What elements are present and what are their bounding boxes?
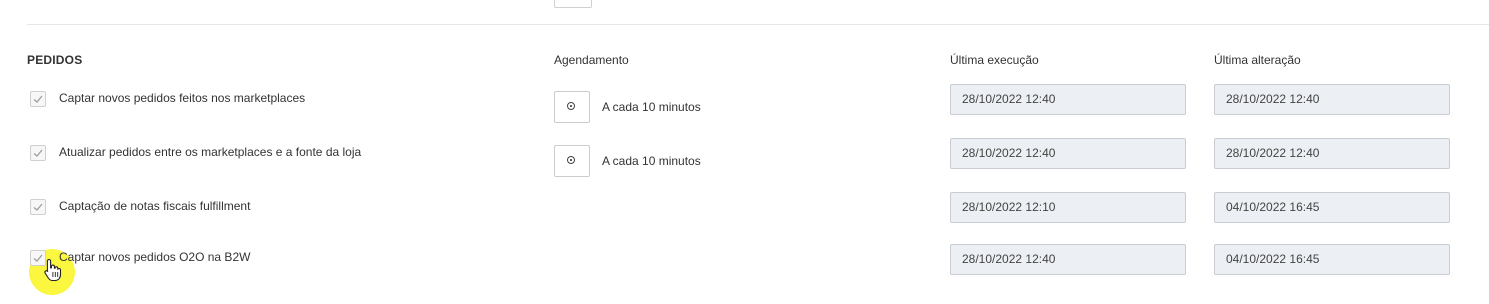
last-execution-field: 28/10/2022 12:40 (950, 84, 1186, 115)
last-change-field: 04/10/2022 16:45 (1214, 244, 1450, 275)
task-row: Captar novos pedidos O2O na B2W 28/10/20… (0, 0, 1489, 295)
section-title: PEDIDOS (27, 53, 83, 67)
task-checkbox[interactable] (30, 145, 46, 161)
last-change-field: 28/10/2022 12:40 (1214, 138, 1450, 169)
task-label: Captar novos pedidos O2O na B2W (59, 250, 251, 264)
clock-icon (567, 156, 575, 164)
last-execution-field: 28/10/2022 12:10 (950, 192, 1186, 223)
check-icon (33, 254, 43, 262)
column-header-schedule: Agendamento (554, 53, 629, 67)
hand-pointer-icon (44, 258, 62, 282)
task-checkbox[interactable] (30, 91, 46, 107)
last-change-field: 04/10/2022 16:45 (1214, 192, 1450, 223)
task-label: Atualizar pedidos entre os marketplaces … (59, 145, 362, 159)
task-label: Captar novos pedidos feitos nos marketpl… (59, 91, 306, 105)
clock-icon (567, 102, 575, 110)
check-icon (33, 203, 43, 211)
column-header-last-change: Última alteração (1214, 53, 1301, 67)
schedule-text: A cada 10 minutos (602, 154, 701, 168)
check-icon (33, 149, 43, 157)
last-execution-field: 28/10/2022 12:40 (950, 138, 1186, 169)
schedule-button[interactable] (554, 91, 590, 123)
task-checkbox[interactable] (30, 199, 46, 215)
task-label: Captação de notas fiscais fulfillment (59, 199, 251, 213)
column-header-last-execution: Última execução (950, 53, 1039, 67)
schedule-button[interactable] (554, 145, 590, 177)
last-execution-field: 28/10/2022 12:40 (950, 244, 1186, 275)
schedule-text: A cada 10 minutos (602, 100, 701, 114)
last-change-field: 28/10/2022 12:40 (1214, 84, 1450, 115)
check-icon (33, 95, 43, 103)
